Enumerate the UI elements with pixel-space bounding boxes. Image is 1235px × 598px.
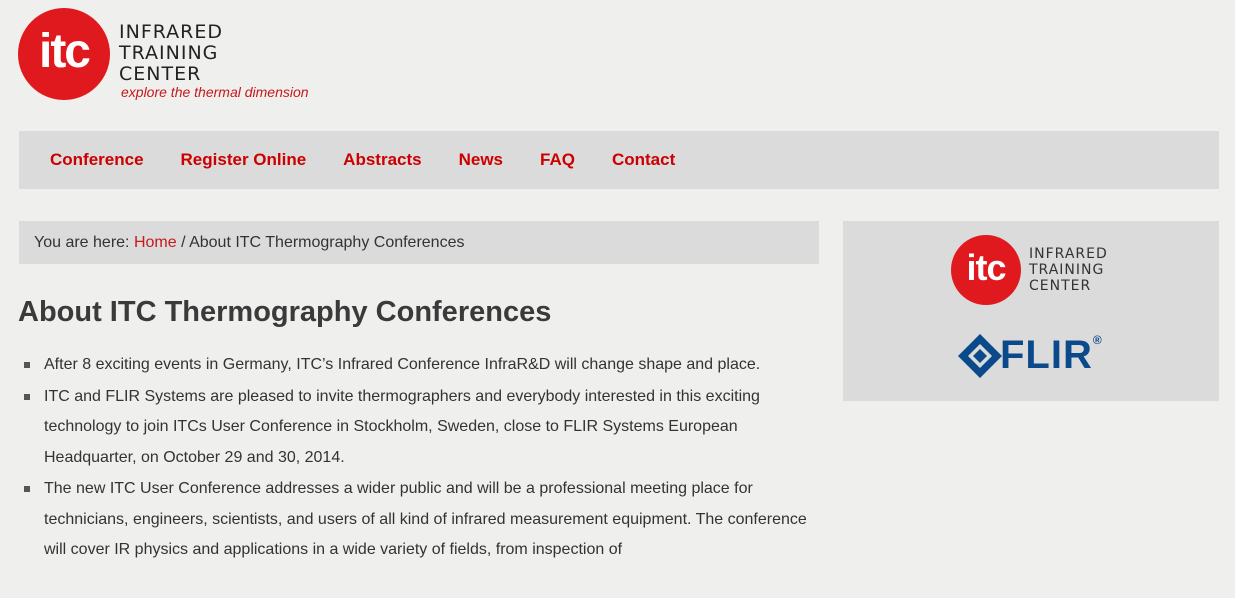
list-item: The new ITC User Conference addresses a … — [22, 474, 822, 566]
list-item: After 8 exciting events in Germany, ITC’… — [22, 350, 822, 381]
breadcrumb-prefix: You are here: — [34, 234, 134, 251]
sidebar-itc-wordmark: INFRARED TRAINING CENTER — [1029, 246, 1108, 294]
list-item: ITC and FLIR Systems are pleased to invi… — [22, 382, 822, 474]
sponsor-sidebar: itc INFRARED TRAINING CENTER FLIR® — [843, 221, 1219, 401]
nav-item-news[interactable]: News — [459, 150, 503, 170]
nav-item-conference[interactable]: Conference — [50, 150, 144, 170]
itc-logo-mark: itc — [18, 8, 110, 100]
nav-item-register-online[interactable]: Register Online — [181, 150, 307, 170]
logo-tagline: explore the thermal dimension — [121, 84, 309, 100]
nav-item-abstracts[interactable]: Abstracts — [343, 150, 421, 170]
sidebar-itc-logo-mark[interactable]: itc — [951, 235, 1021, 305]
breadcrumb-home-link[interactable]: Home — [134, 234, 177, 251]
flir-diamond-icon — [958, 334, 1002, 378]
page-title: About ITC Thermography Conferences — [18, 296, 552, 328]
nav-item-contact[interactable]: Contact — [612, 150, 675, 170]
sidebar-itc-line-2: TRAINING — [1029, 262, 1105, 278]
logo-wordmark: INFRARED TRAINING CENTER — [119, 22, 223, 85]
sidebar-itc-line-3: CENTER — [1029, 278, 1092, 294]
sidebar-itc-line-1: INFRARED — [1029, 246, 1108, 262]
breadcrumb: You are here: Home / About ITC Thermogra… — [19, 221, 819, 264]
flir-logo[interactable]: FLIR® — [1000, 333, 1103, 378]
logo-line-3: CENTER — [119, 63, 202, 85]
flir-registered-mark: ® — [1092, 333, 1103, 347]
breadcrumb-separator: / — [176, 234, 190, 251]
logo-line-1: INFRARED — [119, 21, 224, 43]
breadcrumb-current: About ITC Thermography Conferences — [189, 234, 465, 251]
main-nav: Conference Register Online Abstracts New… — [19, 131, 1219, 189]
content-bullet-list: After 8 exciting events in Germany, ITC’… — [22, 350, 822, 567]
site-logo[interactable]: itc INFRARED TRAINING CENTER explore the… — [18, 8, 338, 103]
nav-item-faq[interactable]: FAQ — [540, 150, 575, 170]
flir-wordmark: FLIR — [1000, 333, 1093, 377]
logo-line-2: TRAINING — [119, 42, 219, 64]
